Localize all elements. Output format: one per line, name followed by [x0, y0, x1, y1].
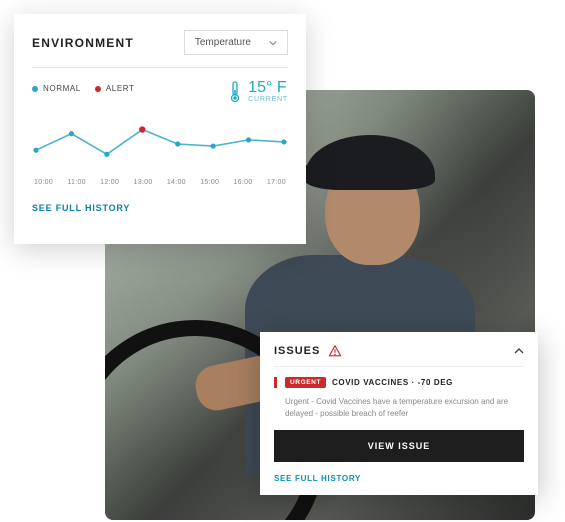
x-tick: 14:00 [167, 179, 186, 186]
issues-title: ISSUES [274, 345, 320, 357]
see-full-history-link[interactable]: SEE FULL HISTORY [32, 203, 288, 213]
metric-selector[interactable]: Temperature [184, 30, 288, 55]
collapse-toggle[interactable] [514, 346, 524, 356]
x-tick: 12:00 [100, 179, 119, 186]
thermometer-icon [228, 81, 242, 103]
warning-icon [328, 344, 342, 358]
current-temp-value: 15° F [248, 80, 288, 96]
x-axis-ticks: 10:00 11:00 12:00 13:00 14:00 15:00 16:00 17:00 [32, 179, 288, 186]
chart-point [69, 131, 74, 136]
chart-point [175, 141, 180, 146]
legend-alert-label: ALERT [106, 84, 135, 93]
dot-normal-icon [32, 86, 38, 92]
metric-selected-label: Temperature [195, 37, 251, 48]
current-temp-label: CURRENT [248, 96, 288, 103]
legend-row: NORMAL ALERT 15° F CURRENT [32, 80, 288, 103]
issue-item-description: Urgent - Covid Vaccines have a temperatu… [285, 396, 524, 420]
issues-header: ISSUES [274, 344, 524, 367]
view-issue-button[interactable]: VIEW ISSUE [274, 430, 524, 462]
chart-point [211, 143, 216, 148]
chart-point [281, 139, 286, 144]
line-chart-svg [32, 109, 288, 179]
environment-header: ENVIRONMENT Temperature [32, 30, 288, 68]
chart-point [104, 152, 109, 157]
legend-normal: NORMAL [32, 84, 81, 93]
issues-see-full-history-link[interactable]: SEE FULL HISTORY [274, 474, 524, 483]
environment-card: ENVIRONMENT Temperature NORMAL ALERT [14, 14, 306, 244]
chevron-down-icon [269, 39, 277, 47]
x-tick: 16:00 [234, 179, 253, 186]
chart-point [33, 148, 38, 153]
issue-item: URGENT COVID VACCINES · -70 DEG [274, 377, 524, 388]
chart-legend: NORMAL ALERT [32, 84, 134, 93]
issues-card: ISSUES URGENT COVID VACCINES · -70 DEG U… [260, 332, 538, 495]
chart-point [139, 126, 145, 132]
x-tick: 13:00 [134, 179, 153, 186]
dot-alert-icon [95, 86, 101, 92]
x-tick: 11:00 [67, 179, 86, 186]
environment-title: ENVIRONMENT [32, 36, 134, 50]
temperature-chart: 10:00 11:00 12:00 13:00 14:00 15:00 16:00 17:00 [32, 109, 288, 189]
x-tick: 15:00 [200, 179, 219, 186]
chart-point [246, 137, 251, 142]
current-reading: 15° F CURRENT [228, 80, 288, 103]
urgent-badge: URGENT [285, 377, 326, 388]
legend-normal-label: NORMAL [43, 84, 81, 93]
issue-item-title: COVID VACCINES · -70 DEG [332, 378, 453, 387]
x-tick: 10:00 [34, 179, 53, 186]
legend-alert: ALERT [95, 84, 135, 93]
x-tick: 17:00 [267, 179, 286, 186]
